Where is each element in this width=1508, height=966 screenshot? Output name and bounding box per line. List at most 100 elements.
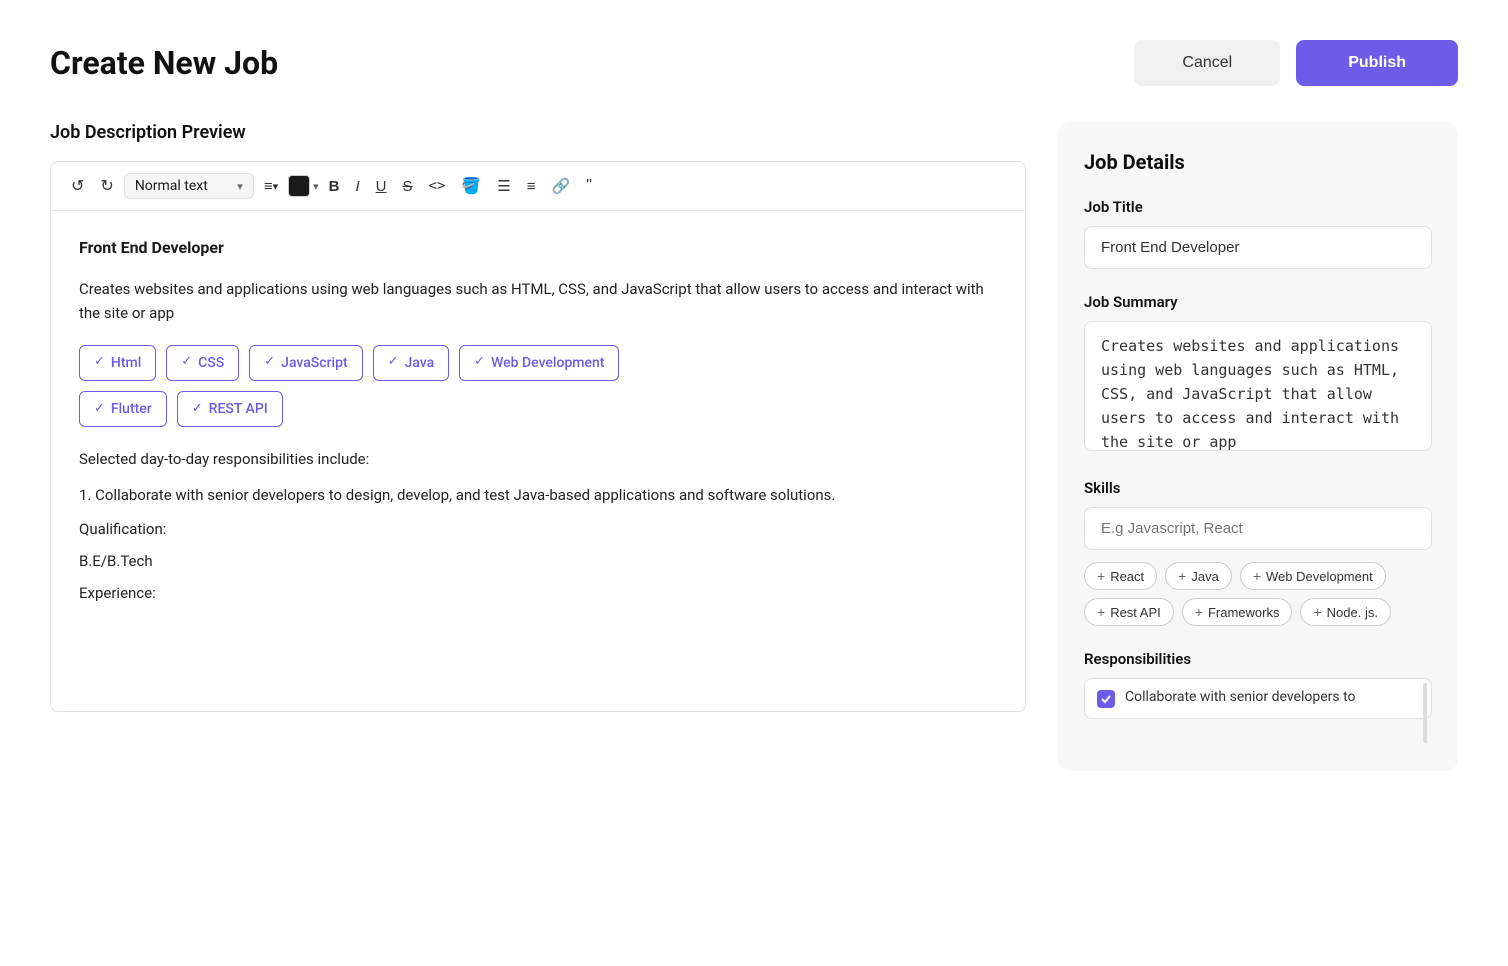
skill-chip-html: ✓ Html — [79, 345, 156, 381]
link-button[interactable]: 🔗 — [546, 173, 577, 199]
cancel-button[interactable]: Cancel — [1134, 40, 1280, 86]
publish-button[interactable]: Publish — [1296, 40, 1458, 86]
plus-icon-frameworks: + — [1195, 604, 1203, 620]
scrollbar[interactable] — [1423, 683, 1427, 743]
skill-chip-restapi: ✓ REST API — [177, 391, 283, 427]
responsibility-item-1: 1. Collaborate with senior developers to… — [79, 483, 997, 507]
italic-icon: I — [355, 178, 359, 195]
plus-icon-java: + — [1178, 568, 1186, 584]
strikethrough-button[interactable]: S — [397, 174, 419, 199]
skill-label-javascript: JavaScript — [281, 352, 347, 374]
check-icon-css: ✓ — [181, 352, 192, 373]
skill-tag-react[interactable]: + React — [1084, 562, 1157, 590]
skill-suggestions-row-1: + React + Java + Web Development — [1084, 562, 1432, 590]
underline-button[interactable]: U — [370, 174, 393, 199]
check-icon — [1100, 693, 1112, 705]
color-picker[interactable]: ▾ — [288, 175, 319, 197]
page-header: Create New Job Cancel Publish — [50, 40, 1458, 86]
skills-input[interactable] — [1084, 507, 1432, 550]
skill-chip-css: ✓ CSS — [166, 345, 239, 381]
eraser-icon: 🪣 — [461, 176, 481, 196]
skill-suggestions-row-2: + Rest API + Frameworks + Node. js. — [1084, 598, 1432, 626]
check-icon-javascript: ✓ — [264, 352, 275, 373]
qualification-label: Qualification: — [79, 517, 997, 541]
editor-content[interactable]: Front End Developer Creates websites and… — [51, 211, 1025, 711]
check-icon-java: ✓ — [388, 352, 399, 373]
redo-icon: ↻ — [100, 176, 113, 196]
skill-chip-webdev: ✓ Web Development — [459, 345, 619, 381]
skill-tag-label-frameworks: Frameworks — [1208, 605, 1280, 620]
check-icon-flutter: ✓ — [94, 399, 105, 420]
job-title-label: Job Title — [1084, 198, 1432, 216]
numbered-list-icon: ≡ — [527, 178, 536, 195]
skill-tag-label-restapi: Rest API — [1110, 605, 1161, 620]
skill-tag-frameworks[interactable]: + Frameworks — [1182, 598, 1293, 626]
color-chevron-icon: ▾ — [313, 180, 319, 193]
skill-label-restapi: REST API — [209, 398, 268, 420]
redo-button[interactable]: ↻ — [94, 172, 119, 200]
bullet-list-icon: ☰ — [497, 177, 510, 195]
job-title-input[interactable] — [1084, 226, 1432, 269]
eraser-button[interactable]: 🪣 — [455, 172, 487, 200]
skill-tag-label-nodejs: Node. js. — [1327, 605, 1378, 620]
editor-section-title: Job Description Preview — [50, 122, 1026, 143]
skills-chips-row-2: ✓ Flutter ✓ REST API — [79, 391, 997, 427]
header-actions: Cancel Publish — [1134, 40, 1458, 86]
content-job-title: Front End Developer — [79, 235, 997, 261]
bold-button[interactable]: B — [323, 174, 346, 199]
color-swatch — [288, 175, 310, 197]
code-button[interactable]: <> — [423, 174, 452, 198]
skill-label-html: Html — [111, 352, 141, 374]
job-summary-label: Job Summary — [1084, 293, 1432, 311]
text-style-dropdown[interactable]: Normal text ▾ — [124, 173, 254, 199]
content-summary: Creates websites and applications using … — [79, 277, 997, 325]
responsibility-list-item: Collaborate with senior developers to — [1084, 678, 1432, 719]
job-summary-field: Job Summary Creates websites and applica… — [1084, 293, 1432, 455]
skill-label-flutter: Flutter — [111, 398, 152, 420]
skill-tag-restapi[interactable]: + Rest API — [1084, 598, 1174, 626]
undo-button[interactable]: ↺ — [65, 172, 90, 200]
main-layout: Job Description Preview ↺ ↻ Normal text … — [50, 122, 1458, 771]
align-button[interactable]: ≡ ▾ — [258, 174, 284, 199]
skill-label-java: Java — [405, 352, 435, 374]
responsibilities-intro: Selected day-to-day responsibilities inc… — [79, 447, 997, 471]
editor-wrapper: ↺ ↻ Normal text ▾ ≡ ▾ ▾ — [50, 161, 1026, 712]
check-icon-restapi: ✓ — [192, 399, 203, 420]
skills-label: Skills — [1084, 479, 1432, 497]
skill-tag-java[interactable]: + Java — [1165, 562, 1232, 590]
bold-icon: B — [329, 178, 340, 195]
align-chevron-icon: ▾ — [273, 180, 279, 193]
responsibilities-label: Responsibilities — [1084, 650, 1432, 668]
numbered-list-button[interactable]: ≡ — [521, 174, 542, 199]
bullet-list-button[interactable]: ☰ — [491, 173, 516, 199]
skill-chip-java: ✓ Java — [373, 345, 450, 381]
skill-tag-webdev[interactable]: + Web Development — [1240, 562, 1386, 590]
quote-button[interactable]: " — [580, 173, 598, 199]
job-details-sidebar: Job Details Job Title Job Summary Create… — [1058, 122, 1458, 771]
responsibilities-field: Responsibilities Collaborate with senior… — [1084, 650, 1432, 719]
editor-toolbar: ↺ ↻ Normal text ▾ ≡ ▾ ▾ — [51, 162, 1025, 211]
editor-area: Job Description Preview ↺ ↻ Normal text … — [50, 122, 1026, 712]
check-icon-html: ✓ — [94, 352, 105, 373]
sidebar-title: Job Details — [1084, 150, 1432, 174]
quote-icon: " — [586, 177, 592, 195]
skills-chips-row: ✓ Html ✓ CSS ✓ JavaScript ✓ — [79, 345, 997, 381]
italic-button[interactable]: I — [349, 174, 365, 199]
job-title-field: Job Title — [1084, 198, 1432, 269]
skill-chip-flutter: ✓ Flutter — [79, 391, 167, 427]
responsibility-text: Collaborate with senior developers to — [1125, 689, 1356, 705]
underline-icon: U — [376, 178, 387, 195]
plus-icon-nodejs: + — [1313, 604, 1321, 620]
plus-icon-restapi: + — [1097, 604, 1105, 620]
skill-label-webdev: Web Development — [491, 352, 604, 374]
skill-chip-javascript: ✓ JavaScript — [249, 345, 362, 381]
text-style-label: Normal text — [135, 178, 208, 194]
skills-field: Skills + React + Java + Web Development — [1084, 479, 1432, 626]
skill-tag-nodejs[interactable]: + Node. js. — [1300, 598, 1391, 626]
undo-icon: ↺ — [71, 176, 84, 196]
job-summary-textarea[interactable]: Creates websites and applications using … — [1084, 321, 1432, 451]
skill-tag-label-java: Java — [1191, 569, 1218, 584]
align-icon: ≡ — [264, 178, 273, 195]
page-title: Create New Job — [50, 44, 278, 82]
responsibility-checkbox[interactable] — [1097, 690, 1115, 708]
